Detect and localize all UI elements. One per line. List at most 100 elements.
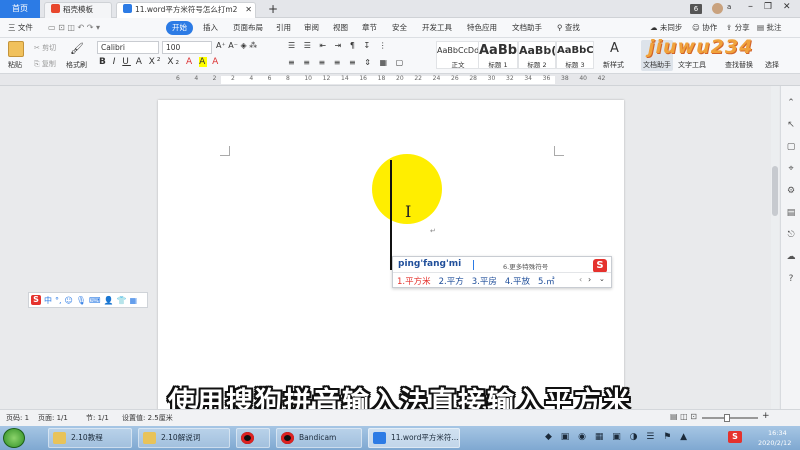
taskbar-app-folder-2[interactable]: 2.10解说词: [138, 428, 230, 448]
taskbar-app-recorder[interactable]: [236, 428, 270, 448]
tab-security[interactable]: 安全: [392, 21, 407, 35]
tab-chapter[interactable]: 章节: [362, 21, 377, 35]
style-heading-2[interactable]: AaBb( 标题 2: [518, 41, 556, 69]
zoom-slider[interactable]: [702, 414, 758, 422]
ime-mode-chinese[interactable]: 中: [44, 295, 52, 306]
ime-next-page-icon[interactable]: ›: [588, 275, 591, 284]
text-tools-button[interactable]: 文字工具: [678, 60, 706, 70]
ime-expand-icon[interactable]: ⌄: [599, 275, 605, 283]
voice-icon[interactable]: 🎙: [76, 296, 86, 305]
ime-candidate[interactable]: 5.㎡: [538, 275, 555, 287]
tab-home-ribbon[interactable]: 开始: [166, 21, 193, 35]
file-menu[interactable]: 三 文件: [8, 21, 33, 35]
text-format-icons[interactable]: B I U A X² X₂ A A A: [99, 57, 220, 67]
tab-developer[interactable]: 开发工具: [422, 21, 452, 35]
emoji-icon[interactable]: ☺: [65, 296, 73, 305]
clock-time[interactable]: 16:34: [768, 429, 787, 437]
sidebar-location-icon[interactable]: ⌖: [786, 158, 796, 180]
document-area[interactable]: I ↵: [0, 86, 770, 409]
select-button[interactable]: 选择: [765, 60, 779, 70]
status-section[interactable]: 节: 1/1: [86, 413, 109, 423]
annotate-button[interactable]: ▤ 批注: [757, 21, 781, 35]
tab-home[interactable]: 首页: [0, 0, 40, 18]
tab-special-apps[interactable]: 特色应用: [467, 21, 497, 35]
status-setting[interactable]: 设置值: 2.5厘米: [122, 413, 173, 423]
restore-icon[interactable]: ❐: [764, 2, 772, 12]
tab-view[interactable]: 视图: [333, 21, 348, 35]
sidebar-select-icon[interactable]: ↖: [786, 114, 796, 136]
find-replace-button[interactable]: 查找替换: [725, 60, 753, 70]
sidebar-doc-icon[interactable]: ▤: [786, 202, 796, 224]
cut-button[interactable]: ✂ 剪切: [34, 43, 56, 53]
tab-references[interactable]: 引用: [276, 21, 291, 35]
taskbar-app-wps[interactable]: 11.word平方米符...: [368, 428, 460, 448]
tab-document[interactable]: 11.word平方米符号怎么打m2 ✕: [116, 2, 256, 18]
document-page[interactable]: I ↵: [158, 100, 624, 409]
sidebar-settings-icon[interactable]: ⚙: [786, 180, 796, 202]
status-page-number[interactable]: 页码: 1: [6, 413, 29, 423]
style-heading-3[interactable]: AaBbC 标题 3: [556, 41, 594, 69]
toolbar-quick-icons[interactable]: ▭ ⊡ ◫ ↶ ↷ ▾: [48, 23, 100, 32]
tab-docer-templates[interactable]: 稻壳模板: [44, 2, 112, 18]
ime-toolbar[interactable]: S 中 °, ☺ 🎙 ⌨ 👤 👕 ▦: [28, 292, 148, 308]
share-button[interactable]: ⇪ 分享: [726, 21, 750, 35]
paste-icon[interactable]: [8, 41, 24, 57]
toolbox-icon[interactable]: ▦: [130, 296, 138, 305]
view-mode-icons[interactable]: ▤ ◫ ⊡: [670, 412, 697, 421]
font-size-select[interactable]: 100: [162, 41, 212, 54]
paste-button[interactable]: 粘贴: [8, 60, 22, 70]
search-command[interactable]: ⚲ 查找: [557, 21, 580, 35]
style-normal[interactable]: AaBbCcDd 正文: [436, 41, 480, 69]
collab-button[interactable]: ☺ 协作: [692, 21, 717, 35]
avatar[interactable]: [712, 3, 723, 14]
sidebar-gallery-icon[interactable]: ▢: [786, 136, 796, 158]
tab-doc-assistant[interactable]: 文档助手: [512, 21, 542, 35]
tab-review[interactable]: 审阅: [304, 21, 319, 35]
sidebar-share-icon[interactable]: ⎋: [786, 224, 796, 246]
clock-date[interactable]: 2020/2/12: [758, 439, 791, 447]
taskbar-app-bandicam[interactable]: Bandicam: [276, 428, 362, 448]
taskbar-app-folder-1[interactable]: 2.10教程: [48, 428, 132, 448]
user-icon[interactable]: 👤: [104, 296, 114, 305]
punctuation-icon[interactable]: °,: [55, 296, 62, 305]
vertical-scrollbar[interactable]: [771, 86, 779, 409]
zoom-in-icon[interactable]: +: [762, 411, 770, 421]
ime-candidate[interactable]: 2.平方: [439, 275, 464, 287]
system-tray-icons[interactable]: ◆ ▣ ◉ ▦ ▣ ◑ ☰ ⚑ ▲: [545, 432, 690, 442]
ime-candidate[interactable]: 4.平放: [505, 275, 530, 287]
font-select[interactable]: Calibri: [97, 41, 159, 54]
zoom-slider-thumb[interactable]: [724, 414, 730, 422]
list-indent-icons[interactable]: ☰ ☰ ⇤ ⇥ ¶ ↧ ⋮: [288, 41, 390, 50]
sidebar-icons[interactable]: ⌃ ↖ ▢ ⌖ ⚙ ▤ ⎋ ☁ ?: [786, 92, 796, 290]
sidebar-cloud-icon[interactable]: ☁: [786, 246, 796, 268]
sidebar-help-icon[interactable]: ?: [786, 268, 796, 290]
sync-status[interactable]: ☁ 未同步: [650, 21, 682, 35]
status-pages[interactable]: 页面: 1/1: [38, 413, 68, 423]
notification-badge[interactable]: 6: [690, 4, 702, 14]
format-painter-button[interactable]: 格式刷: [66, 60, 87, 70]
new-tab-button[interactable]: +: [268, 1, 278, 17]
style-preview: AaBbC: [557, 45, 593, 56]
close-tab-icon[interactable]: ✕: [245, 3, 252, 17]
close-window-icon[interactable]: ✕: [783, 2, 791, 12]
copy-button[interactable]: ⎘ 复制: [34, 59, 56, 69]
tab-page-layout[interactable]: 页面布局: [233, 21, 263, 35]
font-grow-icons[interactable]: A⁺ A⁻ ◈ ⁂: [216, 41, 257, 50]
start-button[interactable]: [3, 428, 25, 448]
sidebar-expand-icon[interactable]: ⌃: [786, 92, 796, 114]
ime-more-symbols[interactable]: 6.更多特殊符号: [503, 261, 548, 271]
ime-candidate[interactable]: 1.平方米: [397, 275, 431, 287]
new-style-icon[interactable]: A: [610, 41, 619, 56]
new-style-button[interactable]: 新样式: [603, 60, 624, 70]
scrollbar-thumb[interactable]: [772, 166, 778, 216]
tab-insert[interactable]: 插入: [203, 21, 218, 35]
minimize-icon[interactable]: –: [748, 1, 753, 12]
ime-candidate[interactable]: 3.平房: [472, 275, 497, 287]
skin-icon[interactable]: 👕: [117, 296, 127, 305]
ime-prev-page-icon[interactable]: ‹: [579, 275, 582, 284]
style-heading-1[interactable]: AaBb 标题 1: [478, 41, 518, 69]
format-painter-icon[interactable]: 🖌: [70, 42, 84, 55]
paragraph-align-icons[interactable]: ≡ ≡ ≡ ≡ ≡ ⇕ ▦ ▢: [288, 58, 406, 67]
keyboard-icon[interactable]: ⌨: [89, 296, 101, 305]
sogou-tray-icon[interactable]: S: [728, 431, 742, 443]
